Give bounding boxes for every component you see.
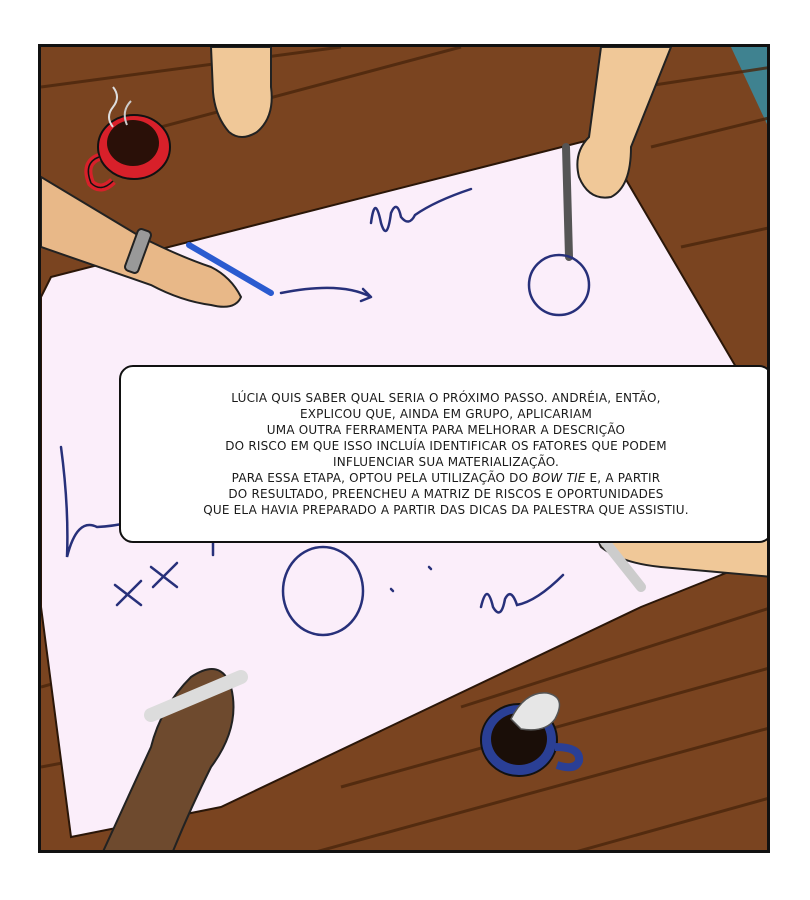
caption-line-1: LÚCIA QUIS SABER QUAL SERIA O PRÓXIMO PA… <box>231 391 661 405</box>
caption-line-2: EXPLICOU QUE, AINDA EM GRUPO, APLICARIAM <box>299 407 593 421</box>
caption-line-6-start: PARA ESSA ETAPA, OPTOU PELA UTILIZAÇÃO D… <box>231 471 533 485</box>
caption-line-8: QUE ELA HAVIA PREPARADO A PARTIR DAS DIC… <box>203 503 689 517</box>
caption-bow-tie-term: BOW TIE <box>532 471 586 485</box>
caption-line-4: DO RISCO EM QUE ISSO INCLUÍA IDENTIFICAR… <box>225 439 667 453</box>
caption-line-3: UMA OUTRA FERRAMENTA PARA MELHORAR A DES… <box>266 423 626 437</box>
narration-caption-box: LÚCIA QUIS SABER QUAL SERIA O PRÓXIMO PA… <box>119 365 767 543</box>
caption-line-5: INFLUENCIAR SUA MATERIALIZAÇÃO. <box>333 455 559 469</box>
caption-line-6: PARA ESSA ETAPA, OPTOU PELA UTILIZAÇÃO D… <box>232 470 661 486</box>
caption-line-6-end: E, A PARTIR <box>585 471 661 485</box>
comic-panel: LÚCIA QUIS SABER QUAL SERIA O PRÓXIMO PA… <box>38 44 770 853</box>
caption-line-7: DO RESULTADO, PREENCHEU A MATRIZ DE RISC… <box>228 487 664 501</box>
